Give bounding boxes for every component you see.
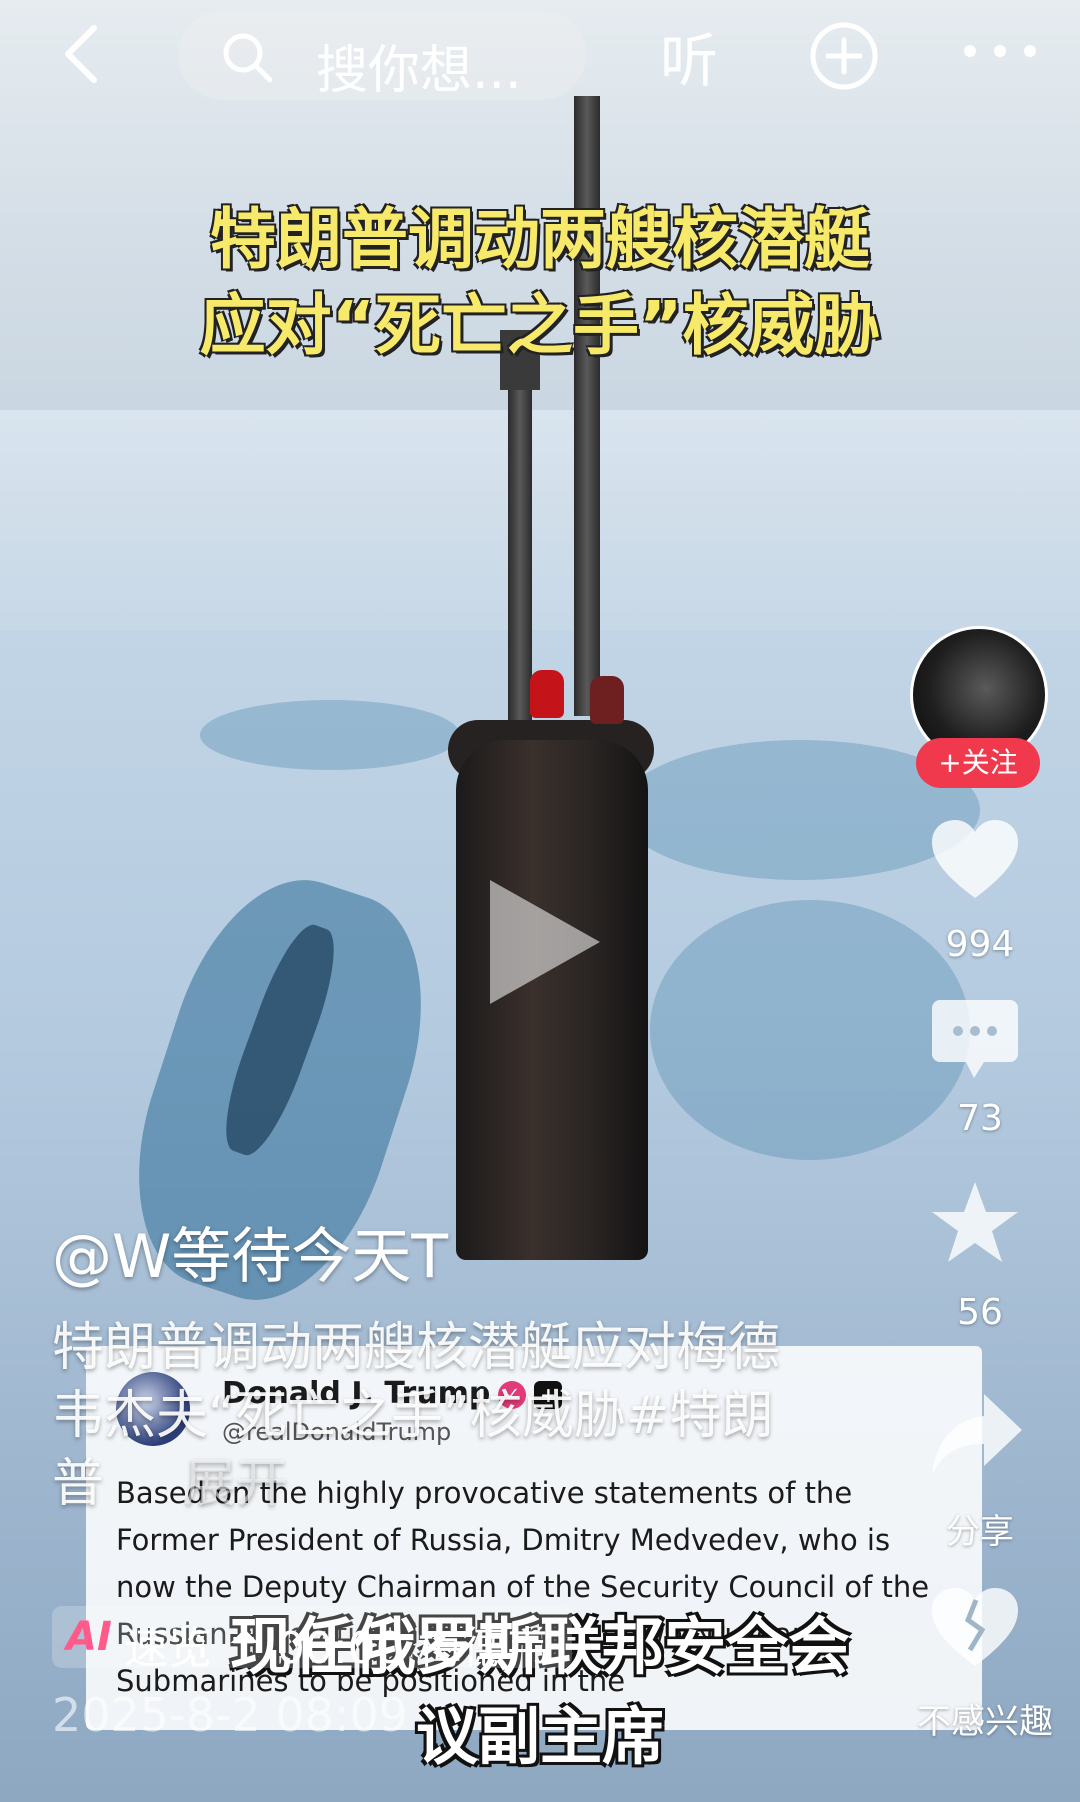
open-water	[200, 700, 460, 770]
crew-member	[530, 670, 564, 718]
like-count: 994	[945, 924, 1015, 965]
ai-logo: AI	[66, 1614, 112, 1660]
top-bar: 搜你想... 听	[0, 0, 1080, 110]
favorite-count: 56	[957, 1292, 1003, 1333]
crew-member	[590, 676, 624, 724]
ice-horizon	[0, 410, 1080, 640]
share-arrow-icon[interactable]	[930, 1390, 1024, 1480]
expand-link[interactable]: 展开	[104, 1454, 288, 1514]
play-icon[interactable]	[490, 880, 600, 1004]
share-label: 分享	[946, 1512, 1014, 1552]
author-name[interactable]: @W等待今天T	[52, 1208, 448, 1295]
ai-summary-bar[interactable]: AI 速览 ^ 00:00 梅德韦	[52, 1606, 572, 1674]
video-frame[interactable]: 特朗普调动两艘核潜艇 应对“死亡之手”核威胁 Donald J. Trump ✓ +…	[0, 0, 1080, 1802]
comment-count: 73	[957, 1098, 1003, 1139]
search-icon	[223, 33, 273, 83]
not-interested-label[interactable]: 不感兴趣	[890, 1694, 1080, 1743]
search-bar[interactable]: 搜你想...	[178, 10, 586, 101]
broken-heart-icon[interactable]	[930, 1586, 1020, 1670]
back-arrow-icon[interactable]	[50, 18, 122, 90]
headline-line-2: 应对“死亡之手”核威胁	[199, 287, 881, 364]
more-options-icon[interactable]	[956, 26, 1056, 76]
follow-button[interactable]: +关注	[916, 738, 1040, 788]
listen-button[interactable]: 听	[660, 14, 718, 98]
post-description[interactable]: 特朗普调动两艘核潜艇应对梅德韦杰夫“死亡之手”核威胁#特朗普 展开	[52, 1314, 812, 1518]
like-heart-icon[interactable]	[930, 818, 1020, 902]
periscope-mast	[508, 340, 532, 720]
headline-line-1: 特朗普调动两艘核潜艇	[210, 201, 870, 278]
favorite-star-icon[interactable]	[930, 1178, 1020, 1268]
comment-bubble-icon[interactable]	[930, 998, 1020, 1082]
post-date: 2025-8-2 08:09	[52, 1688, 408, 1742]
add-circle-icon[interactable]	[808, 20, 880, 92]
search-placeholder: 搜你想...	[316, 41, 522, 101]
ai-summary-text: 速览 ^ 00:00 梅德韦	[124, 1623, 550, 1674]
